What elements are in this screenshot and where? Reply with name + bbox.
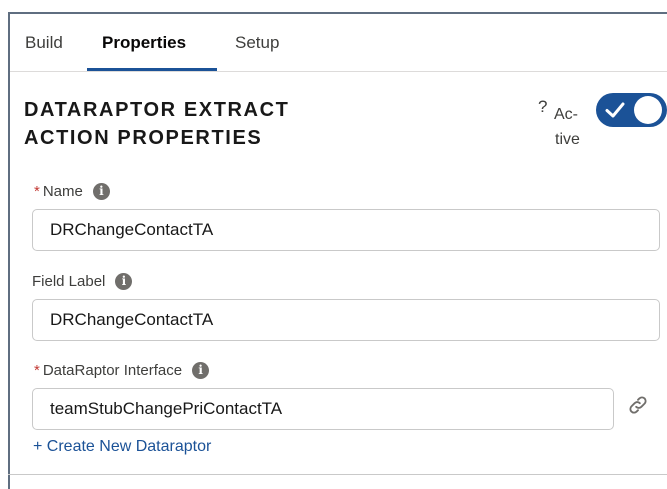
page-title-line2: ACTION PROPERTIES — [24, 127, 263, 149]
field-label-text: Field Label — [32, 273, 106, 290]
active-label: Ac- tive — [554, 102, 594, 152]
dataraptor-interface-input[interactable]: teamStubChangePriContactTA — [32, 388, 614, 430]
info-icon[interactable]: i — [192, 362, 210, 379]
field-label-label: Field Label i — [32, 273, 133, 290]
toggle-knob — [634, 96, 662, 124]
tab-properties[interactable]: Properties — [88, 14, 200, 72]
tab-build[interactable]: Build — [11, 14, 77, 72]
page-title-line1: DATARAPTOR EXTRACT — [24, 99, 290, 121]
page-title: DATARAPTOR EXTRACT ACTION PROPERTIES — [24, 96, 289, 152]
field-label-input[interactable]: DRChangeContactTA — [32, 299, 660, 341]
checkmark-icon — [605, 102, 625, 118]
panel-divider — [8, 474, 667, 475]
required-marker: * — [34, 183, 40, 200]
interface-label-text: DataRaptor Interface — [42, 362, 183, 379]
active-label-line1: Ac- — [554, 106, 578, 123]
info-icon[interactable]: i — [92, 183, 110, 200]
tab-setup[interactable]: Setup — [221, 14, 293, 72]
interface-label: * DataRaptor Interface i — [34, 362, 210, 379]
tab-bar: Build Properties Setup — [10, 14, 667, 72]
link-icon[interactable] — [627, 394, 649, 416]
active-toggle[interactable] — [596, 93, 667, 127]
create-new-dataraptor-link[interactable]: + Create New Dataraptor — [33, 438, 211, 456]
active-label-line2: tive — [555, 131, 580, 148]
info-icon[interactable]: i — [115, 273, 133, 290]
help-icon[interactable]: ? — [538, 97, 547, 117]
name-input[interactable]: DRChangeContactTA — [32, 209, 660, 251]
active-tab-indicator — [87, 68, 217, 71]
name-label-text: Name — [42, 183, 83, 200]
required-marker: * — [34, 362, 40, 379]
name-label: * Name i — [34, 183, 110, 200]
